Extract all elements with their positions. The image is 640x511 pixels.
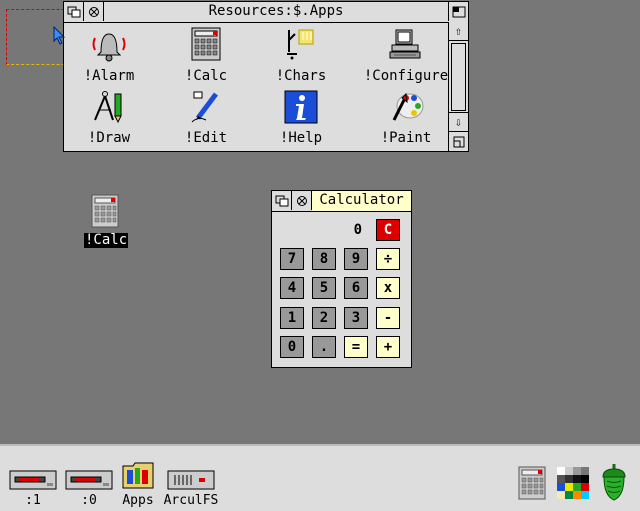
- key-multiply[interactable]: x: [376, 277, 400, 299]
- arrow-up-icon: ⇧: [454, 24, 463, 38]
- key-3[interactable]: 3: [344, 307, 368, 329]
- key-6[interactable]: 6: [344, 277, 368, 299]
- resize-icon: [453, 136, 464, 147]
- iconbar-label: :0: [81, 493, 97, 508]
- close-button[interactable]: [84, 2, 104, 21]
- app-icon-alarm[interactable]: !Alarm: [64, 26, 154, 84]
- chars-icon: [287, 29, 314, 60]
- back-icon: [275, 195, 288, 206]
- apps-window-titlebar[interactable]: Resources:$.Apps: [64, 2, 468, 23]
- acorn-icon: [602, 464, 626, 501]
- iconbar-apps[interactable]: Apps: [119, 460, 157, 508]
- app-label: !Calc: [184, 68, 228, 84]
- close-icon: [88, 6, 99, 17]
- key-decimal[interactable]: .: [312, 336, 336, 358]
- scroll-down-button[interactable]: ⇩: [449, 113, 468, 132]
- scroll-track[interactable]: [449, 41, 468, 113]
- app-icon-help[interactable]: !Help: [256, 90, 346, 146]
- calculator-window[interactable]: Calculator 0 C 7 8 9 ÷ 4 5 6 x 1 2 3 - 0…: [271, 190, 412, 368]
- app-icon-paint[interactable]: !Paint: [361, 90, 451, 146]
- calculator-icon: [91, 194, 119, 228]
- iconbar-acorn[interactable]: [598, 462, 630, 506]
- window-title[interactable]: Resources:$.Apps: [104, 2, 448, 22]
- floppy-drive-icon: [9, 470, 57, 490]
- app-label: !Paint: [380, 130, 432, 146]
- close-icon: [296, 195, 307, 206]
- iconbar-label: ArculFS: [163, 493, 219, 508]
- key-0[interactable]: 0: [280, 336, 304, 358]
- calc-back-button[interactable]: [272, 191, 292, 210]
- calculator-title[interactable]: Calculator: [312, 191, 411, 211]
- iconbar-calculator[interactable]: [516, 466, 548, 504]
- scroll-thumb[interactable]: [451, 43, 466, 111]
- key-plus[interactable]: +: [376, 336, 400, 358]
- key-7[interactable]: 7: [280, 248, 304, 270]
- app-label: !Alarm: [83, 68, 135, 84]
- key-9[interactable]: 9: [344, 248, 368, 270]
- app-icon-calc[interactable]: !Calc: [161, 26, 251, 84]
- app-icon-edit[interactable]: !Edit: [161, 90, 251, 146]
- scroll-up-button[interactable]: ⇧: [449, 22, 468, 41]
- key-5[interactable]: 5: [312, 277, 336, 299]
- clear-button[interactable]: C: [376, 219, 400, 241]
- iconbar-palette[interactable]: [556, 466, 590, 504]
- iconbar-drive-1[interactable]: :1: [8, 470, 58, 508]
- key-4[interactable]: 4: [280, 277, 304, 299]
- paint-brush-icon: [392, 92, 424, 121]
- iconbar-drive-0[interactable]: :0: [64, 470, 114, 508]
- app-label: !Help: [279, 130, 323, 146]
- iconbar-arculfs[interactable]: ArculFS: [162, 470, 220, 508]
- palette-icon: [557, 467, 589, 499]
- key-equals[interactable]: =: [344, 336, 368, 358]
- apps-filer-window[interactable]: Resources:$.Apps !Alarm !Calc !Chars !Co…: [63, 1, 469, 152]
- icon-bar: :1 :0 Apps ArculFS: [0, 444, 640, 511]
- toggle-size-icon: [452, 6, 465, 17]
- app-label: !Draw: [87, 130, 131, 146]
- app-label: !Chars: [275, 68, 327, 84]
- iconbar-label: :1: [25, 493, 41, 508]
- iconbar-label: Apps: [122, 493, 154, 508]
- resize-handle[interactable]: [449, 132, 468, 151]
- key-minus[interactable]: -: [376, 307, 400, 329]
- key-1[interactable]: 1: [280, 307, 304, 329]
- key-2[interactable]: 2: [312, 307, 336, 329]
- calculator-icon: [191, 27, 221, 61]
- computer-icon: [389, 29, 421, 59]
- edit-pen-icon: [191, 91, 218, 123]
- vertical-scrollbar[interactable]: ⇧ ⇩: [448, 22, 468, 151]
- calc-close-button[interactable]: [292, 191, 312, 210]
- info-icon: [284, 90, 318, 124]
- app-label: !Configure: [363, 68, 449, 84]
- app-icon-draw[interactable]: !Draw: [64, 90, 154, 146]
- floppy-drive-icon: [65, 470, 113, 490]
- key-divide[interactable]: ÷: [376, 248, 400, 270]
- calculator-titlebar[interactable]: Calculator: [272, 191, 411, 212]
- toggle-size-button[interactable]: [448, 2, 468, 21]
- key-8[interactable]: 8: [312, 248, 336, 270]
- back-icon: [67, 6, 80, 17]
- app-label: !Edit: [184, 130, 228, 146]
- bell-icon: [92, 33, 126, 62]
- app-icon-chars[interactable]: !Chars: [256, 26, 346, 84]
- hard-drive-icon: [167, 470, 215, 490]
- mouse-pointer-icon: [53, 26, 66, 45]
- pinned-icon-label: !Calc: [84, 232, 129, 248]
- draw-compass-icon: [94, 91, 122, 124]
- app-icon-configure[interactable]: !Configure: [361, 26, 451, 84]
- pinned-calc-icon[interactable]: !Calc: [84, 194, 129, 248]
- back-button[interactable]: [64, 2, 84, 21]
- apps-folder-icon: [122, 462, 154, 489]
- calculator-icon: [518, 466, 546, 500]
- arrow-down-icon: ⇩: [454, 115, 463, 129]
- calculator-display: 0: [353, 222, 362, 238]
